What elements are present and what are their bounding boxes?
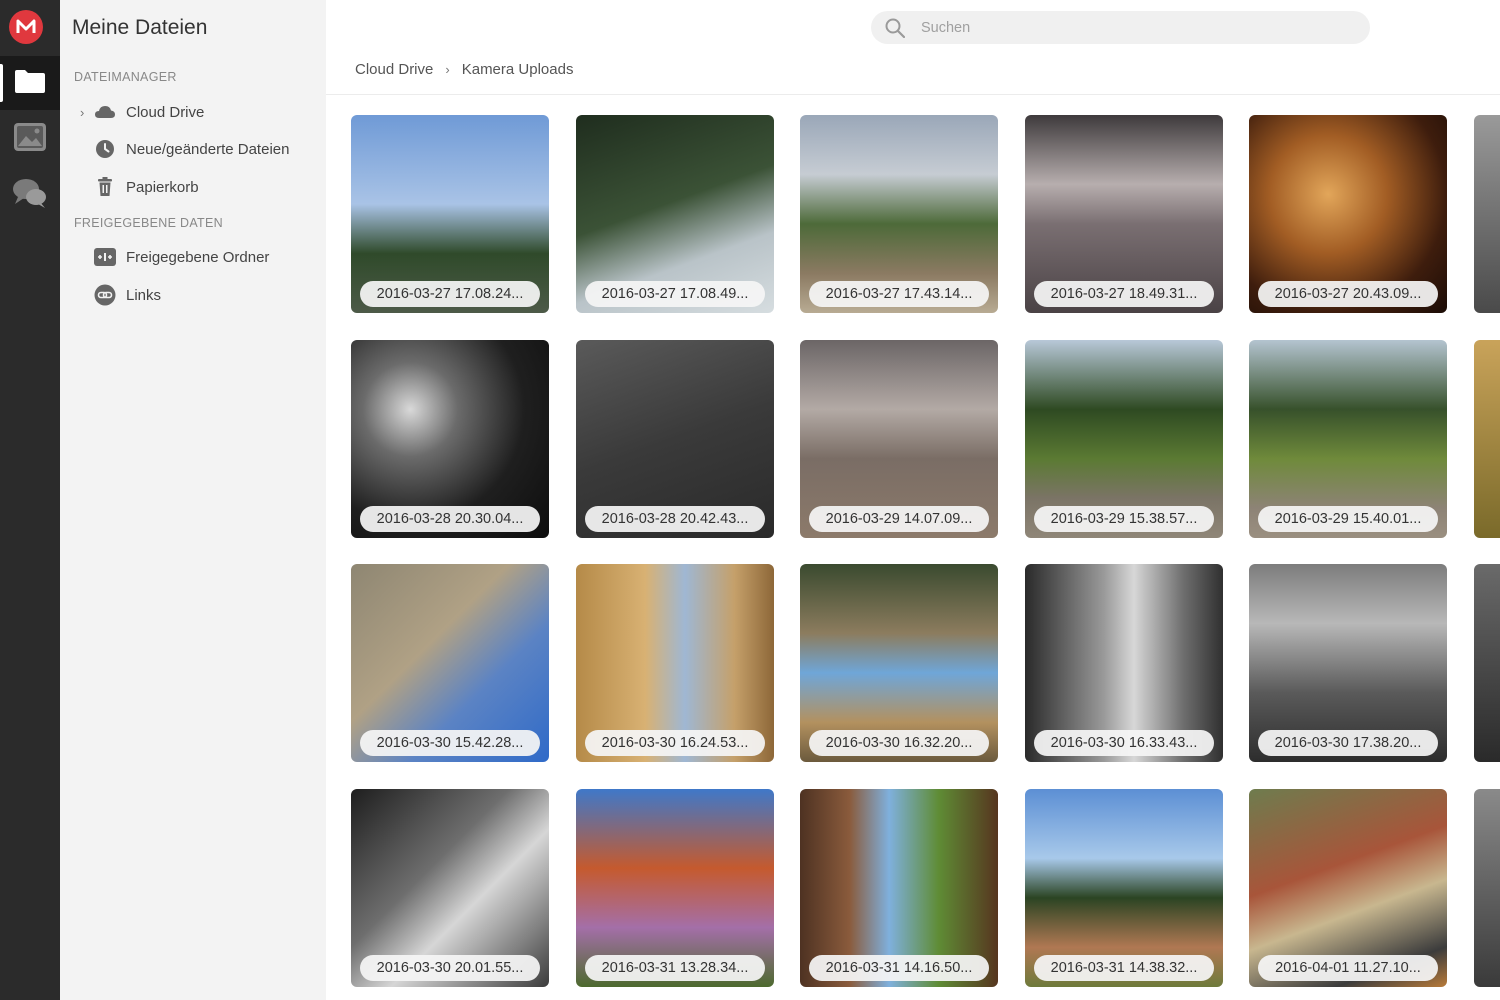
photo-filename: 2016-03-29 14.07.09... xyxy=(809,506,989,532)
photo-tile-partial[interactable] xyxy=(1474,564,1500,762)
photo-filename: 2016-03-28 20.30.04... xyxy=(360,506,540,532)
sidebar-item-links[interactable]: Links xyxy=(80,280,161,310)
photo-filename: 2016-03-30 16.24.53... xyxy=(585,730,765,756)
photo-tile[interactable]: 2016-03-27 18.49.31... xyxy=(1025,115,1223,313)
photo-tile[interactable]: 2016-04-01 11.27.10... xyxy=(1249,789,1447,987)
link-icon xyxy=(94,284,116,306)
photo-tile[interactable]: 2016-03-31 13.28.34... xyxy=(576,789,774,987)
section-shared: FREIGEGEBENE DATEN xyxy=(74,216,223,230)
photo-tile[interactable]: 2016-03-27 20.43.09... xyxy=(1249,115,1447,313)
app-rail xyxy=(0,0,60,1000)
photo-thumbnail xyxy=(1474,115,1500,313)
photo-thumbnail xyxy=(1474,789,1500,987)
sidebar-item-label: Cloud Drive xyxy=(126,103,205,121)
sidebar-item-recent[interactable]: Neue/geänderte Dateien xyxy=(80,134,289,164)
photo-tile[interactable]: 2016-03-29 14.07.09... xyxy=(800,340,998,538)
photo-filename: 2016-03-30 20.01.55... xyxy=(360,955,540,981)
photo-filename: 2016-03-31 14.38.32... xyxy=(1034,955,1214,981)
photo-thumbnail xyxy=(1474,564,1500,762)
sidebar-item-label: Neue/geänderte Dateien xyxy=(126,140,290,158)
photo-filename: 2016-03-31 13.28.34... xyxy=(585,955,765,981)
header-divider xyxy=(326,94,1500,95)
photo-tile[interactable]: 2016-03-29 15.38.57... xyxy=(1025,340,1223,538)
photo-filename: 2016-03-30 15.42.28... xyxy=(360,730,540,756)
search-icon xyxy=(875,18,915,38)
photo-filename: 2016-03-31 14.16.50... xyxy=(809,955,989,981)
trash-icon xyxy=(94,176,116,198)
photo-tile[interactable]: 2016-03-30 16.32.20... xyxy=(800,564,998,762)
photo-tile[interactable]: 2016-03-27 17.08.24... xyxy=(351,115,549,313)
photos-nav-button[interactable] xyxy=(0,112,60,166)
sidebar-title: Meine Dateien xyxy=(72,16,208,39)
photo-filename: 2016-03-27 17.08.49... xyxy=(585,281,765,307)
photo-filename: 2016-03-30 17.38.20... xyxy=(1258,730,1438,756)
photo-filename: 2016-03-27 20.43.09... xyxy=(1258,281,1438,307)
photo-tile-partial[interactable] xyxy=(1474,789,1500,987)
photo-tile[interactable]: 2016-03-30 17.38.20... xyxy=(1249,564,1447,762)
image-icon xyxy=(13,122,47,157)
photo-tile[interactable]: 2016-03-27 17.43.14... xyxy=(800,115,998,313)
sidebar-item-label: Links xyxy=(126,286,162,304)
chevron-right-icon: › xyxy=(445,61,450,77)
breadcrumb-item-current[interactable]: Kamera Uploads xyxy=(462,61,574,78)
photo-tile[interactable]: 2016-03-30 16.33.43... xyxy=(1025,564,1223,762)
photo-tile[interactable]: 2016-03-31 14.16.50... xyxy=(800,789,998,987)
photo-filename: 2016-03-28 20.42.43... xyxy=(585,506,765,532)
photo-filename: 2016-03-29 15.40.01... xyxy=(1258,506,1438,532)
photo-filename: 2016-04-01 11.27.10... xyxy=(1258,955,1438,981)
chat-nav-button[interactable] xyxy=(0,168,60,222)
photo-filename: 2016-03-27 17.43.14... xyxy=(809,281,989,307)
cloud-icon xyxy=(94,101,116,123)
sidebar-item-cloud-drive[interactable]: › Cloud Drive xyxy=(80,97,204,127)
photo-filename: 2016-03-30 16.33.43... xyxy=(1034,730,1214,756)
sidebar-item-shared-folders[interactable]: Freigegebene Ordner xyxy=(80,242,269,272)
folder-icon xyxy=(14,68,46,99)
photo-tile[interactable]: 2016-03-28 20.30.04... xyxy=(351,340,549,538)
sidebar-item-label: Papierkorb xyxy=(126,178,199,196)
sidebar-item-label: Freigegebene Ordner xyxy=(126,248,270,266)
photo-tile-partial[interactable] xyxy=(1474,115,1500,313)
breadcrumb: Cloud Drive › Kamera Uploads xyxy=(355,58,573,80)
photo-grid: 2016-03-27 17.08.24... 2016-03-27 17.08.4… xyxy=(351,115,1500,1000)
shared-folder-icon xyxy=(94,246,116,268)
breadcrumb-item-cloud-drive[interactable]: Cloud Drive xyxy=(355,61,433,78)
sidebar: Meine Dateien DATEIMANAGER › Cloud Drive… xyxy=(60,0,326,1000)
sidebar-item-trash[interactable]: Papierkorb xyxy=(80,172,199,202)
chat-icon xyxy=(12,177,48,214)
section-file-manager: DATEIMANAGER xyxy=(74,70,177,84)
photo-thumbnail xyxy=(1474,340,1500,538)
search-bar[interactable] xyxy=(871,11,1370,44)
files-nav-button[interactable] xyxy=(0,56,60,110)
photo-tile[interactable]: 2016-03-30 15.42.28... xyxy=(351,564,549,762)
clock-icon xyxy=(94,138,116,160)
search-input[interactable] xyxy=(921,19,1341,36)
chevron-right-icon[interactable]: › xyxy=(80,105,94,120)
photo-tile[interactable]: 2016-03-27 17.08.49... xyxy=(576,115,774,313)
photo-filename: 2016-03-30 16.32.20... xyxy=(809,730,989,756)
photo-tile[interactable]: 2016-03-30 16.24.53... xyxy=(576,564,774,762)
mega-logo-icon[interactable] xyxy=(9,10,43,44)
photo-filename: 2016-03-27 17.08.24... xyxy=(360,281,540,307)
photo-tile[interactable]: 2016-03-31 14.38.32... xyxy=(1025,789,1223,987)
photo-filename: 2016-03-29 15.38.57... xyxy=(1034,506,1214,532)
photo-tile[interactable]: 2016-03-28 20.42.43... xyxy=(576,340,774,538)
photo-tile[interactable]: 2016-03-30 20.01.55... xyxy=(351,789,549,987)
photo-filename: 2016-03-27 18.49.31... xyxy=(1034,281,1214,307)
photo-tile-partial[interactable] xyxy=(1474,340,1500,538)
photo-tile[interactable]: 2016-03-29 15.40.01... xyxy=(1249,340,1447,538)
